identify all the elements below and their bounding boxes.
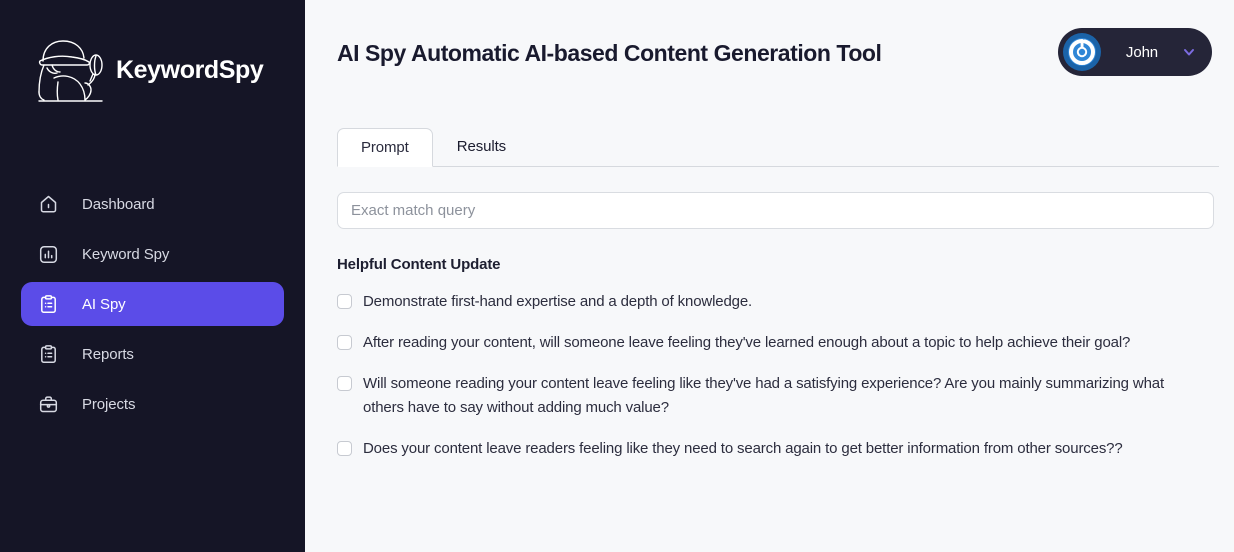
sidebar-item-ai-spy[interactable]: AI Spy <box>21 282 284 326</box>
sidebar-item-label: Reports <box>82 345 134 363</box>
spy-detective-magnifier-logo-icon <box>30 34 108 106</box>
checkbox[interactable] <box>337 376 352 391</box>
checkbox-label[interactable]: Demonstrate first-hand expertise and a d… <box>363 290 752 314</box>
sidebar-item-reports[interactable]: Reports <box>21 332 284 376</box>
list-item[interactable]: Will someone reading your content leave … <box>337 372 1197 420</box>
list-item[interactable]: Does your content leave readers feeling … <box>337 437 1197 461</box>
sidebar-item-label: Dashboard <box>82 195 155 213</box>
user-menu-button[interactable]: John <box>1058 28 1212 76</box>
search-input[interactable] <box>337 192 1214 229</box>
prompt-panel: Prompt Results Helpful Content Update De… <box>305 128 1234 461</box>
checkbox[interactable] <box>337 441 352 456</box>
checkbox-label[interactable]: Will someone reading your content leave … <box>363 372 1197 420</box>
tab-label: Prompt <box>361 139 409 156</box>
home-icon <box>38 194 59 215</box>
sidebar: KeywordSpy Dashboard Keyword Spy AI Spy … <box>0 0 305 552</box>
sidebar-nav: Dashboard Keyword Spy AI Spy Reports Pro… <box>0 182 305 426</box>
clipboard-list-icon <box>38 294 59 315</box>
list-item[interactable]: Demonstrate first-hand expertise and a d… <box>337 290 1197 314</box>
top-bar: AI Spy Automatic AI-based Content Genera… <box>305 0 1234 76</box>
checkbox-label[interactable]: Does your content leave readers feeling … <box>363 437 1123 461</box>
tab-prompt[interactable]: Prompt <box>337 128 433 167</box>
tab-label: Results <box>456 138 507 155</box>
brand: KeywordSpy <box>0 0 305 106</box>
checklist: Demonstrate first-hand expertise and a d… <box>337 290 1197 461</box>
briefcase-icon <box>38 394 59 415</box>
bar-chart-icon <box>38 244 59 265</box>
sidebar-item-projects[interactable]: Projects <box>21 382 284 426</box>
sidebar-item-dashboard[interactable]: Dashboard <box>21 182 284 226</box>
sidebar-item-label: Projects <box>82 395 136 413</box>
sidebar-item-label: AI Spy <box>82 295 126 313</box>
checkbox[interactable] <box>337 335 352 350</box>
power-spiral-avatar-icon <box>1062 32 1102 72</box>
section-title: Helpful Content Update <box>337 256 501 273</box>
tab-results[interactable]: Results <box>433 127 530 166</box>
main-content: AI Spy Automatic AI-based Content Genera… <box>305 0 1234 552</box>
brand-name: KeywordSpy <box>116 55 264 84</box>
list-item[interactable]: After reading your content, will someone… <box>337 331 1197 355</box>
tab-bar: Prompt Results <box>337 128 1219 167</box>
sidebar-item-keyword-spy[interactable]: Keyword Spy <box>21 232 284 276</box>
checkbox-label[interactable]: After reading your content, will someone… <box>363 331 1130 355</box>
user-name: John <box>1125 43 1159 61</box>
page-title: AI Spy Automatic AI-based Content Genera… <box>337 40 882 66</box>
sidebar-item-label: Keyword Spy <box>82 245 170 263</box>
chevron-down-icon[interactable] <box>1182 45 1196 59</box>
checkbox[interactable] <box>337 294 352 309</box>
clipboard-list-icon <box>38 344 59 365</box>
